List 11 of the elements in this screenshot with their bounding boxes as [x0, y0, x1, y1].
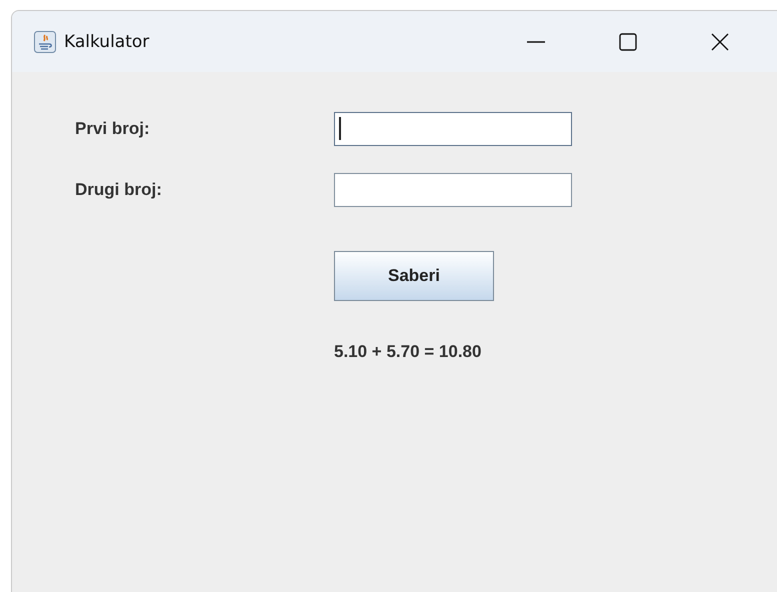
input-field[interactable]	[334, 112, 572, 146]
input-field[interactable]	[334, 173, 572, 207]
result-text: 5.10 + 5.70 = 10.80	[334, 342, 482, 362]
field-label: Drugi broj:	[75, 180, 163, 200]
field-label: Prvi broj:	[75, 119, 151, 139]
close-icon	[710, 32, 730, 52]
add-button[interactable]: Saberi	[334, 251, 494, 301]
minimize-icon	[527, 40, 545, 42]
app-icon	[34, 30, 56, 52]
maximize-icon	[618, 32, 638, 52]
window-title: Kalkulator	[64, 32, 150, 52]
